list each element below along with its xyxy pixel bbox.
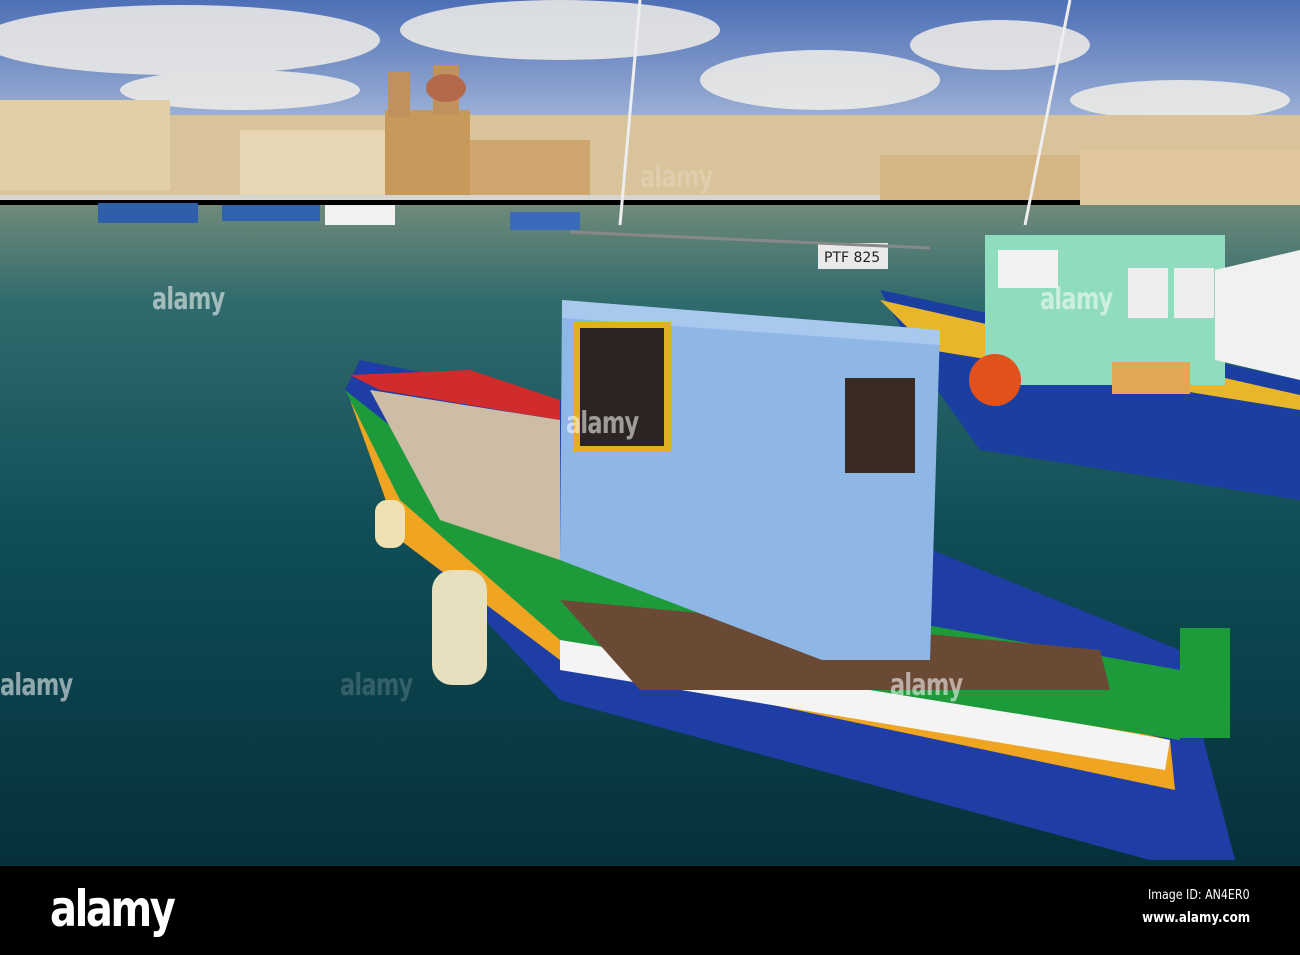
watermark: alamy: [640, 160, 713, 195]
website-link[interactable]: www.alamy.com: [1142, 910, 1250, 926]
footer-bar: alamy Image ID: AN4ER0 www.alamy.com: [0, 866, 1300, 955]
watermark: alamy: [1040, 282, 1113, 317]
watermark: alamy: [152, 282, 225, 317]
harbour-photo: PTF 825: [0, 0, 1300, 866]
image-id: Image ID: AN4ER0: [1148, 888, 1250, 903]
watermark: alamy: [890, 668, 963, 703]
stock-photo: PTF 825 alamy alamy alamy alamy alamy al…: [0, 0, 1300, 955]
watermark: alamy: [566, 406, 639, 441]
boat-registration: PTF 825: [824, 250, 880, 266]
watermark: alamy: [0, 668, 73, 703]
alamy-logo: alamy: [50, 880, 176, 938]
watermark: alamy: [340, 668, 413, 703]
